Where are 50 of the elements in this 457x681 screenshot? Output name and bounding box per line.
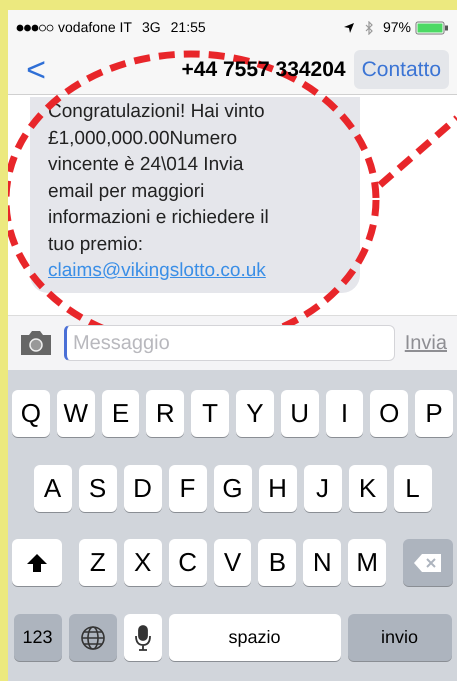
space-key[interactable]: spazio <box>168 614 340 662</box>
letter-key[interactable]: T <box>191 390 229 437</box>
letter-key[interactable]: N <box>303 539 342 586</box>
camera-icon <box>18 330 54 356</box>
letter-key[interactable]: Z <box>78 539 117 586</box>
letter-key[interactable]: B <box>258 539 296 586</box>
globe-key[interactable] <box>68 614 116 662</box>
carrier-text: vodafone IT <box>58 18 132 37</box>
back-button[interactable]: < <box>16 52 56 86</box>
microphone-icon <box>134 624 150 651</box>
letter-key[interactable]: E <box>102 390 140 437</box>
letter-key[interactable]: M <box>348 539 386 586</box>
globe-icon <box>80 624 106 651</box>
letter-key[interactable]: C <box>168 539 207 586</box>
battery-icon <box>415 20 449 34</box>
message-text: Congratulazioni! Hai vinto £1,000,000.00Numero vincente è 24\014 Invia email per maggiori informazioni e richiedere il tuo premio: claims@vikingslotto.co.uk <box>48 100 270 283</box>
letter-key[interactable]: I <box>326 390 364 437</box>
letter-key[interactable]: P <box>415 390 453 437</box>
letter-key[interactable]: K <box>348 464 386 512</box>
letter-key[interactable]: R <box>146 390 184 437</box>
letter-key[interactable]: O <box>370 390 408 437</box>
up-arrow-icon <box>26 552 48 573</box>
location-arrow-icon <box>342 22 355 34</box>
return-key[interactable]: invio <box>348 614 452 662</box>
numbers-key[interactable]: 123 <box>14 614 62 662</box>
time-text: 21:55 <box>170 18 206 37</box>
letter-key[interactable]: A <box>34 464 72 512</box>
letter-key[interactable]: X <box>124 539 162 586</box>
contact-button[interactable]: Contatto <box>354 50 449 90</box>
message-input-field[interactable]: Messaggio <box>64 325 395 361</box>
letter-key[interactable]: U <box>280 390 319 437</box>
letter-key[interactable]: L <box>394 464 432 512</box>
letter-key[interactable]: F <box>168 464 206 512</box>
letter-key[interactable]: G <box>214 464 252 512</box>
letter-key[interactable]: Y <box>236 390 274 437</box>
letter-key[interactable]: J <box>304 464 342 512</box>
signal-icon <box>16 24 54 32</box>
letter-key[interactable]: W <box>56 390 95 437</box>
letter-key[interactable]: Q <box>12 390 50 437</box>
battery-percent-text: 97% <box>382 18 411 37</box>
backspace-icon <box>413 552 444 573</box>
letter-key[interactable]: V <box>214 539 252 586</box>
letter-key[interactable]: D <box>124 464 162 512</box>
letter-key[interactable]: S <box>78 464 116 512</box>
phone-number-title: +44 7557 334204 <box>182 56 346 83</box>
bluetooth-icon <box>364 20 373 34</box>
microphone-key[interactable] <box>124 614 162 662</box>
shift-key[interactable] <box>12 539 62 586</box>
network-text: 3G <box>142 18 161 37</box>
letter-key[interactable]: H <box>258 464 296 512</box>
